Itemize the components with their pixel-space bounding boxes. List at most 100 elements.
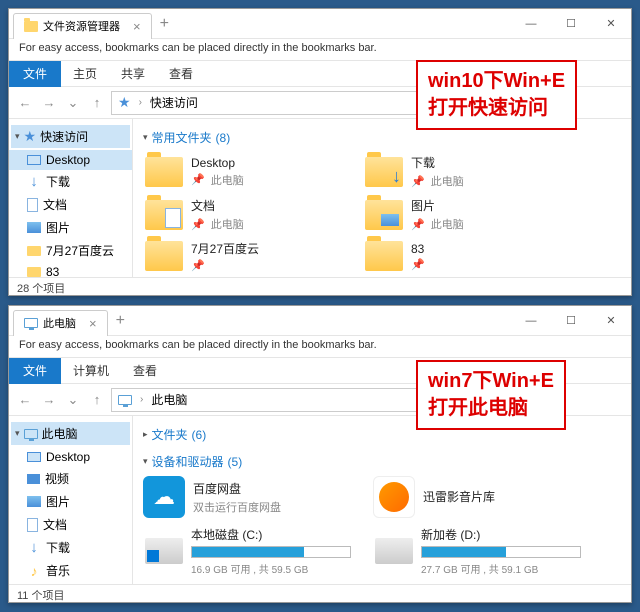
nav-fwd-button[interactable]: → bbox=[39, 93, 59, 113]
close-tab-icon[interactable]: × bbox=[89, 316, 97, 331]
folder-item[interactable]: 83📌 bbox=[363, 238, 563, 274]
sidebar-item[interactable]: ↓下载 bbox=[9, 170, 132, 193]
nav-up-button[interactable]: ↑ bbox=[87, 390, 107, 410]
app-item[interactable]: ☁百度网盘双击运行百度网盘 bbox=[143, 476, 353, 518]
nav-back-button[interactable]: ← bbox=[15, 93, 35, 113]
sidebar-item-label: 图片 bbox=[46, 493, 70, 510]
drive-info: 16.9 GB 可用 , 共 59.5 GB bbox=[191, 561, 351, 576]
pin-icon: 📌 bbox=[411, 218, 425, 231]
sidebar-item[interactable]: Desktop bbox=[9, 447, 132, 467]
annotation-line2: 打开此电脑 bbox=[428, 395, 554, 422]
close-button[interactable]: ✕ bbox=[591, 9, 631, 39]
menu-file[interactable]: 文件 bbox=[9, 358, 61, 384]
minimize-button[interactable]: — bbox=[511, 9, 551, 39]
close-tab-icon[interactable]: × bbox=[133, 19, 141, 34]
sidebar-item-label: Desktop bbox=[46, 153, 90, 167]
section-title: 常用文件夹 bbox=[152, 129, 212, 146]
folder-item[interactable]: Desktop 📌此电脑 bbox=[143, 152, 343, 191]
nav-fwd-button[interactable]: → bbox=[39, 390, 59, 410]
menu-home[interactable]: 主页 bbox=[61, 61, 109, 86]
tab-title: 此电脑 bbox=[43, 315, 76, 331]
sidebar-item-label: 视频 bbox=[45, 470, 69, 487]
pin-icon: 📌 bbox=[191, 173, 205, 186]
minimize-button[interactable]: — bbox=[511, 306, 551, 336]
sidebar-item-label: 7月27百度云 bbox=[46, 242, 114, 259]
drive-item[interactable]: 新加卷 (D:) 27.7 GB 可用 , 共 59.1 GB bbox=[373, 524, 583, 578]
nav-dropdown-button[interactable]: ⌄ bbox=[63, 390, 83, 410]
sidebar-item[interactable]: 7月27百度云 bbox=[9, 239, 132, 262]
collapse-icon: ▾ bbox=[143, 456, 148, 467]
sidebar-item[interactable]: 图片 bbox=[9, 490, 132, 513]
menu-view[interactable]: 查看 bbox=[121, 358, 169, 383]
sidebar-item[interactable]: ♪音乐 bbox=[9, 559, 132, 582]
sidebar-item-label: 文档 bbox=[43, 196, 67, 213]
window-controls: — ☐ ✕ bbox=[511, 306, 631, 336]
close-button[interactable]: ✕ bbox=[591, 306, 631, 336]
quickaccess-star-icon: ★ bbox=[118, 94, 131, 111]
sidebar-item[interactable]: 视频 bbox=[9, 467, 132, 490]
sidebar-item-label: 83 bbox=[46, 265, 59, 277]
menu-share[interactable]: 共享 bbox=[109, 61, 157, 86]
item-location: 📌 bbox=[191, 259, 259, 272]
browser-tab[interactable]: 此电脑 × bbox=[13, 310, 108, 336]
star-icon: ★ bbox=[24, 128, 37, 145]
folder-item[interactable]: 图片 📌此电脑 bbox=[363, 195, 563, 234]
sidebar-item[interactable]: 图片 bbox=[9, 216, 132, 239]
sidebar-header-label: 此电脑 bbox=[42, 425, 78, 442]
sidebar-item[interactable]: ↓下载 bbox=[9, 536, 132, 559]
item-name: 下载 bbox=[411, 154, 464, 171]
sidebar-item-label: 文档 bbox=[43, 516, 67, 533]
sidebar-thispc-header[interactable]: ▾ 此电脑 bbox=[11, 422, 130, 445]
annotation-win10: win10下Win+E 打开快速访问 bbox=[416, 60, 577, 130]
item-location: 📌此电脑 bbox=[411, 216, 464, 232]
maximize-button[interactable]: ☐ bbox=[551, 306, 591, 336]
item-name: 文档 bbox=[191, 197, 244, 214]
section-title: 文件夹 bbox=[152, 426, 188, 443]
menu-file[interactable]: 文件 bbox=[9, 61, 61, 87]
address-text: 此电脑 bbox=[151, 391, 187, 408]
chevron-right-icon: › bbox=[139, 97, 142, 108]
menu-view[interactable]: 查看 bbox=[157, 61, 205, 86]
drive-item[interactable]: 本地磁盘 (C:) 16.9 GB 可用 , 共 59.5 GB bbox=[143, 524, 353, 578]
new-tab-button[interactable]: + bbox=[108, 312, 133, 330]
folder-item[interactable]: 文档📌此电脑 bbox=[143, 195, 343, 234]
new-tab-button[interactable]: + bbox=[152, 15, 177, 33]
sidebar-quickaccess-header[interactable]: ▾ ★ 快速访问 bbox=[11, 125, 130, 148]
drive-name: 新加卷 (D:) bbox=[421, 526, 581, 543]
section-devices[interactable]: ▾ 设备和驱动器 (5) bbox=[143, 449, 621, 476]
sidebar-item[interactable]: 83 bbox=[9, 262, 132, 277]
section-count: (5) bbox=[228, 455, 243, 469]
item-location: 📌 bbox=[411, 258, 425, 271]
folder-icon bbox=[145, 157, 183, 187]
pin-icon: 📌 bbox=[191, 218, 205, 231]
nav-pane: ▾ 此电脑 Desktop视频图片文档↓下载♪音乐本地磁盘 (C:) bbox=[9, 416, 133, 584]
folder-icon bbox=[365, 200, 403, 230]
window-controls: — ☐ ✕ bbox=[511, 9, 631, 39]
pin-icon: 📌 bbox=[191, 259, 205, 272]
bookmarks-bar: For easy access, bookmarks can be placed… bbox=[9, 336, 631, 358]
annotation-line1: win7下Win+E bbox=[428, 368, 554, 395]
content-pane: ▸ 文件夹 (6) ▾ 设备和驱动器 (5) ☁百度网盘双击运行百度网盘迅雷影音… bbox=[133, 416, 631, 584]
drive-name: 本地磁盘 (C:) bbox=[191, 526, 351, 543]
maximize-button[interactable]: ☐ bbox=[551, 9, 591, 39]
folder-icon bbox=[365, 157, 403, 187]
menu-computer[interactable]: 计算机 bbox=[61, 358, 121, 383]
item-location: 📌此电脑 bbox=[191, 172, 244, 188]
item-name: 图片 bbox=[411, 197, 464, 214]
sidebar-item[interactable]: 文档 bbox=[9, 193, 132, 216]
folder-item[interactable]: 下载📌此电脑 bbox=[363, 152, 563, 191]
nav-dropdown-button[interactable]: ⌄ bbox=[63, 93, 83, 113]
app-item[interactable]: 迅雷影音片库 bbox=[373, 476, 583, 518]
browser-tab[interactable]: 文件资源管理器 × bbox=[13, 13, 152, 39]
sidebar-item-label: Desktop bbox=[46, 450, 90, 464]
nav-up-button[interactable]: ↑ bbox=[87, 93, 107, 113]
section-title: 设备和驱动器 bbox=[152, 453, 224, 470]
nav-back-button[interactable]: ← bbox=[15, 390, 35, 410]
sidebar-item[interactable]: Desktop bbox=[9, 150, 132, 170]
sidebar-item[interactable]: 文档 bbox=[9, 513, 132, 536]
drive-info: 27.7 GB 可用 , 共 59.1 GB bbox=[421, 561, 581, 576]
item-name: Desktop bbox=[191, 156, 244, 170]
titlebar: 此电脑 × + — ☐ ✕ bbox=[9, 306, 631, 336]
app-icon bbox=[373, 476, 415, 518]
folder-item[interactable]: 7月27百度云📌 bbox=[143, 238, 343, 274]
